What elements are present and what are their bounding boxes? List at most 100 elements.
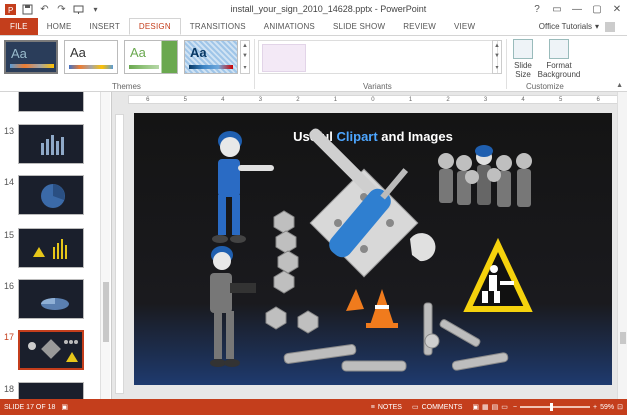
- help-button[interactable]: ?: [527, 0, 547, 18]
- slide-thumbnail-18[interactable]: 18: [0, 382, 111, 399]
- tab-slide-show[interactable]: SLIDE SHOW: [324, 18, 394, 35]
- worker-crowd: [438, 145, 532, 207]
- zoom-level[interactable]: 59%: [600, 404, 614, 411]
- undo-icon[interactable]: ↶: [38, 3, 51, 16]
- tab-design[interactable]: DESIGN: [128, 18, 181, 35]
- slide-canvas[interactable]: Useful Clipart and Images: [134, 113, 612, 385]
- slide-thumbnail-14[interactable]: 14: [0, 175, 111, 223]
- zoom-out-button[interactable]: −: [513, 404, 517, 411]
- ruler-tick: 1: [408, 96, 413, 103]
- tab-home[interactable]: HOME: [38, 18, 81, 35]
- ruler-tick: 4: [521, 96, 525, 103]
- slide-number: 13: [4, 126, 15, 136]
- status-bar: SLIDE 17 OF 18 ▣ ≡ NOTES ▭ COMMENTS ▣ ▦ …: [0, 399, 627, 415]
- spelling-icon[interactable]: ▣: [61, 403, 68, 411]
- ruler-tick: 3: [483, 96, 488, 103]
- slide-number: 18: [4, 384, 15, 394]
- format-background-label: Format Background: [537, 61, 581, 79]
- slideshow-view-icon[interactable]: ▭: [501, 403, 508, 411]
- collapse-ribbon-icon[interactable]: ▲: [616, 82, 623, 89]
- theme-swatch: [69, 65, 113, 69]
- slide-size-icon: [513, 39, 533, 59]
- slide-thumbnail-13[interactable]: 13: [0, 124, 111, 172]
- divider: [506, 39, 507, 89]
- slide-preview: [18, 279, 84, 319]
- maximize-button[interactable]: ▢: [587, 0, 607, 18]
- more-icon[interactable]: ▾: [243, 64, 246, 71]
- zoom-slider[interactable]: [520, 403, 591, 411]
- notes-button[interactable]: ≡ NOTES: [366, 404, 407, 411]
- slide-thumbnail-17[interactable]: 17: [0, 330, 111, 378]
- window-title: install_your_sign_2010_14628.pptx - Powe…: [230, 4, 427, 14]
- avatar: [605, 21, 615, 32]
- tab-insert[interactable]: INSERT: [81, 18, 129, 35]
- editor-scrollbar[interactable]: [617, 92, 627, 399]
- chevron-down-icon[interactable]: ▼: [242, 53, 248, 59]
- chevron-up-icon[interactable]: ▲: [242, 43, 248, 49]
- more-icon[interactable]: ▾: [495, 64, 498, 71]
- themes-gallery-scroll[interactable]: ▲ ▼ ▾: [240, 40, 250, 74]
- customize-icon[interactable]: ▾: [89, 3, 102, 16]
- tab-animations[interactable]: ANIMATIONS: [255, 18, 324, 35]
- slide-thumbnail-15[interactable]: 15: [0, 228, 111, 276]
- slide-number: 14: [4, 177, 15, 187]
- ruler-tick: 6: [596, 96, 600, 103]
- slide-preview: [18, 92, 84, 112]
- ribbon-display-button[interactable]: ▭: [547, 0, 567, 18]
- scrollbar-thumb[interactable]: [620, 332, 626, 344]
- worker-figure-drill: [210, 246, 256, 367]
- chevron-up-icon[interactable]: ▲: [494, 43, 500, 49]
- ruler-tick: 4: [221, 96, 225, 103]
- slide-number: 15: [4, 230, 15, 240]
- theme-label: Aa: [70, 45, 86, 60]
- zoom-slider-knob[interactable]: [550, 403, 554, 411]
- ribbon: Aa Aa Aa Aa ▲ ▼ ▾ ▲ ▼ ▾ Slide Size Forma…: [0, 35, 627, 92]
- notes-label: NOTES: [377, 403, 402, 411]
- ruler-tick: 5: [183, 96, 187, 103]
- close-button[interactable]: ✕: [607, 0, 627, 18]
- theme-label: Aa: [11, 46, 27, 61]
- slide-thumbnail-12-partial[interactable]: [0, 92, 111, 114]
- ruler-tick: 5: [558, 96, 563, 103]
- customize-group-label: Customize: [526, 82, 564, 91]
- tab-file[interactable]: FILE: [0, 18, 38, 35]
- ruler-tick: 0: [371, 96, 375, 103]
- ruler-tick: 1: [333, 96, 338, 103]
- slide-number: 17: [4, 332, 15, 342]
- zoom-in-button[interactable]: +: [593, 404, 597, 411]
- theme-thumbnail-2[interactable]: Aa: [64, 40, 118, 74]
- comments-button[interactable]: ▭ COMMENTS: [407, 403, 467, 412]
- ribbon-tabs: FILE HOME INSERT DESIGN TRANSITIONS ANIM…: [0, 18, 627, 35]
- quick-access-toolbar: P ↶ ↷ ▾: [0, 3, 130, 16]
- tab-review[interactable]: REVIEW: [394, 18, 445, 35]
- chevron-down-icon[interactable]: ▼: [494, 53, 500, 59]
- status-left: SLIDE 17 OF 18 ▣: [0, 403, 68, 412]
- slide-size-button[interactable]: Slide Size: [510, 39, 536, 79]
- format-background-button[interactable]: Format Background: [536, 39, 582, 79]
- window-controls: ? ▭ — ▢ ✕: [527, 0, 627, 18]
- variants-gallery-scroll[interactable]: ▲ ▼ ▾: [492, 40, 502, 74]
- fit-slide-icon[interactable]: ⊡: [617, 403, 623, 411]
- slide-preview: [18, 175, 84, 215]
- slide-preview: [18, 228, 84, 268]
- theme-label: Aa: [130, 45, 146, 60]
- present-icon[interactable]: [72, 3, 85, 16]
- slide-sorter-icon[interactable]: ▦: [482, 403, 489, 411]
- tab-transitions[interactable]: TRANSITIONS: [181, 18, 255, 35]
- theme-thumbnail-4[interactable]: Aa: [184, 40, 238, 74]
- ruler-tick: 2: [446, 96, 450, 103]
- save-icon[interactable]: [21, 3, 34, 16]
- variant-thumbnail[interactable]: [262, 44, 306, 72]
- account-menu[interactable]: Office Tutorials ▾: [539, 18, 627, 35]
- theme-thumbnail-1[interactable]: Aa: [4, 40, 58, 74]
- tab-view[interactable]: VIEW: [445, 18, 484, 35]
- reading-view-icon[interactable]: ▤: [492, 403, 499, 411]
- theme-thumbnail-3[interactable]: Aa: [124, 40, 178, 74]
- thumbnails-scrollbar[interactable]: [100, 92, 110, 399]
- slide-thumbnail-16[interactable]: 16: [0, 279, 111, 327]
- scrollbar-thumb[interactable]: [103, 282, 109, 342]
- slide-preview: [18, 382, 84, 399]
- minimize-button[interactable]: —: [567, 0, 587, 18]
- normal-view-icon[interactable]: ▣: [472, 403, 479, 411]
- redo-icon[interactable]: ↷: [55, 3, 68, 16]
